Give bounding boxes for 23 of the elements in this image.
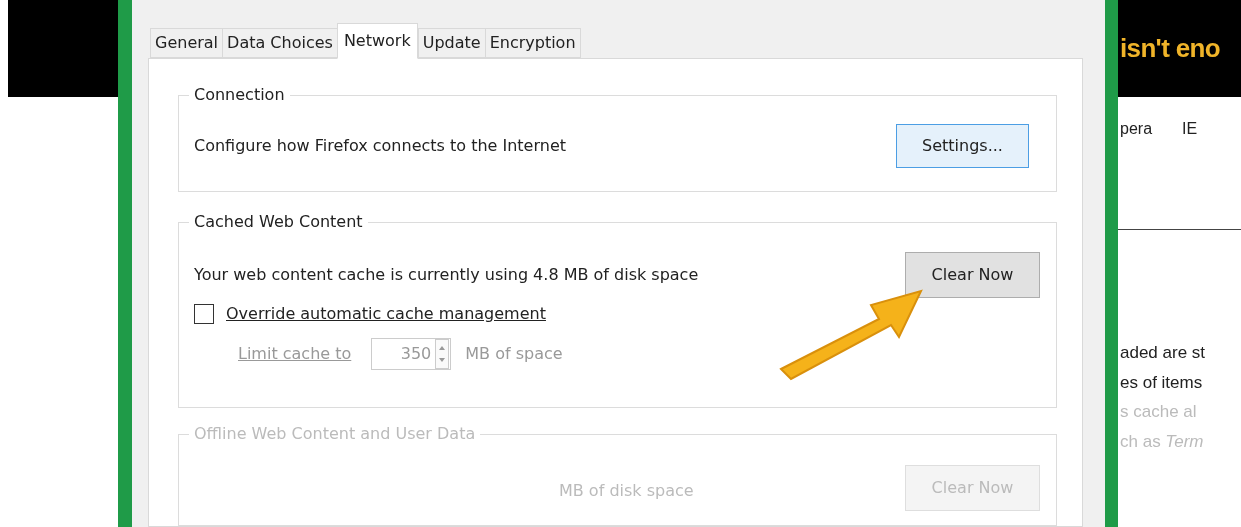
paragraph-line: es of items [1120,371,1204,394]
paragraph-line: s cache al [1120,401,1198,423]
unit-label: MB of space [465,343,563,365]
tab[interactable]: General [150,28,224,58]
settings-button[interactable]: Settings... [896,123,1029,168]
tab[interactable]: Data Choices [222,28,338,58]
spinner-value: 350 [400,343,433,365]
banner-text: isn't eno [1120,32,1220,65]
limit-label: Limit cache to [238,343,352,365]
disk-space-text: MB of disk space [559,480,694,502]
tab[interactable]: Network [336,23,418,59]
clear-now-button[interactable]: Clear Now [905,252,1040,298]
tab[interactable]: Update [417,28,486,58]
paragraph-line: aded are st [1120,342,1207,364]
connection-description: Configure how Firefox connects to the Internet [194,135,566,157]
spinner-arrows-icon[interactable] [435,339,450,369]
paragraph-line: ch as Term [1120,430,1205,453]
tab[interactable]: Encryption [484,28,581,58]
column-heading: pera [1120,119,1153,139]
column-heading: IE [1182,119,1198,139]
checkbox[interactable] [194,304,214,324]
cache-usage-text: Your web content cache is currently using 4.8 MB of disk space [194,264,699,286]
checkbox-label[interactable]: Override automatic cache management [226,302,546,326]
